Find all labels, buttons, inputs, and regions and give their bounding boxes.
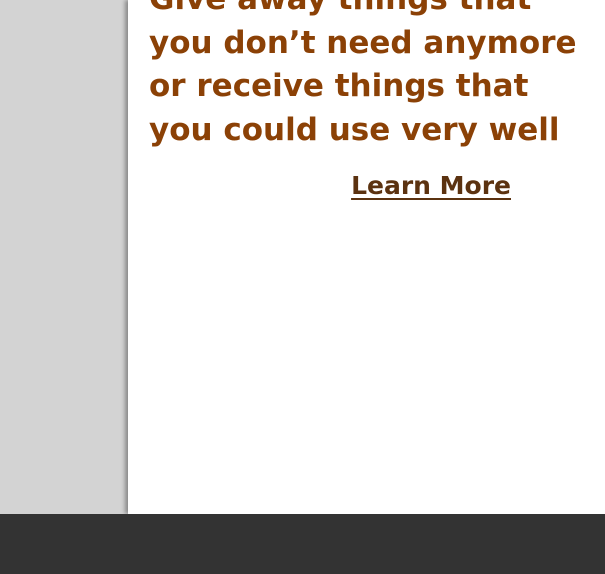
- hero-tagline: Give away things that you don’t need any…: [149, 0, 577, 148]
- main-content-panel: Give away things that you don’t need any…: [128, 0, 605, 514]
- learn-more-link[interactable]: Learn More: [351, 167, 511, 205]
- page: Give away things that you don’t need any…: [0, 0, 605, 574]
- footer-bar: [0, 514, 605, 574]
- left-sidebar: [0, 0, 128, 514]
